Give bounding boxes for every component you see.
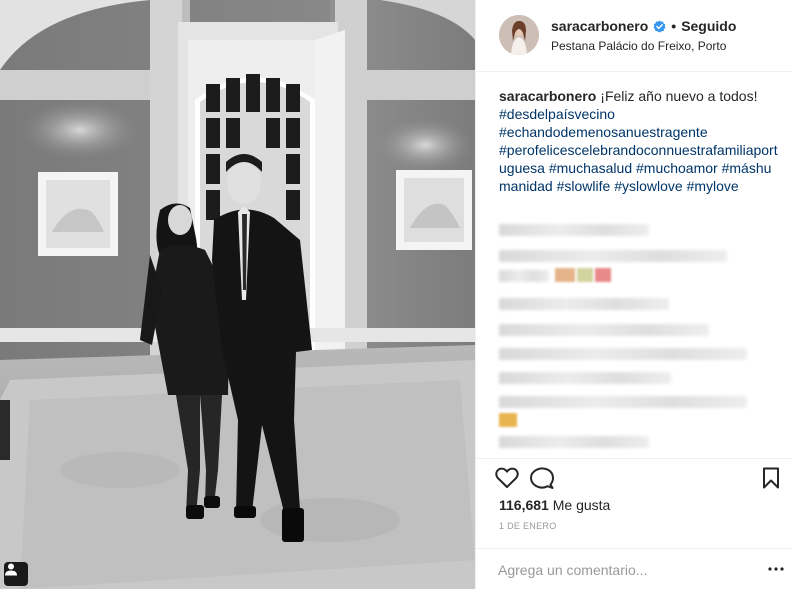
blurred-comment <box>499 224 649 236</box>
user-tag-icon <box>5 563 17 576</box>
hashtag-link[interactable]: #mylove <box>687 178 739 194</box>
comment-input[interactable] <box>498 560 738 580</box>
likes-count[interactable]: 116,681 Me gusta <box>499 497 610 513</box>
following-button[interactable]: Seguido <box>681 18 736 34</box>
blurred-comment <box>499 436 649 448</box>
bookmark-icon <box>763 467 779 489</box>
user-tag-button[interactable] <box>4 562 28 586</box>
caption-username[interactable]: saracarbonero <box>499 88 596 104</box>
like-button[interactable] <box>494 465 520 491</box>
comment-button[interactable] <box>529 465 555 491</box>
avatar[interactable] <box>499 15 539 55</box>
instagram-post: saracarbonero • Seguido Pestana Palácio … <box>0 0 792 589</box>
verified-badge-icon <box>653 19 666 33</box>
post-header: saracarbonero • Seguido Pestana Palácio … <box>476 0 792 72</box>
blurred-comment <box>499 396 747 408</box>
more-options-button[interactable] <box>766 559 786 579</box>
hashtag-link[interactable]: #desdelpaísvecino <box>499 106 615 122</box>
header-username[interactable]: saracarbonero <box>551 18 648 34</box>
save-button[interactable] <box>758 465 784 491</box>
hashtag-link[interactable]: #muchasalud <box>549 160 632 176</box>
likes-number: 116,681 <box>499 497 549 513</box>
blurred-comment <box>499 250 727 262</box>
blurred-emoji <box>595 268 611 282</box>
separator-dot: • <box>671 18 677 34</box>
hashtag-link[interactable]: #yslowlove <box>614 178 682 194</box>
location-link[interactable]: Pestana Palácio do Freixo, Porto <box>551 39 726 53</box>
blurred-comment <box>499 270 549 282</box>
post-caption: saracarbonero ¡Feliz año nuevo a todos! #… <box>499 87 779 195</box>
likes-label: Me gusta <box>552 497 611 513</box>
blurred-comment <box>499 372 671 384</box>
blurred-emoji <box>499 413 517 427</box>
heart-outline-icon <box>495 467 519 488</box>
blurred-emoji <box>577 268 593 282</box>
post-photo[interactable] <box>0 0 475 589</box>
comment-bar <box>476 548 792 589</box>
blurred-emoji <box>555 268 575 282</box>
header-name-row: saracarbonero • Seguido <box>551 18 736 34</box>
avatar-image <box>499 15 539 55</box>
blurred-comment <box>499 348 747 360</box>
action-bar <box>476 458 792 493</box>
speech-bubble-icon <box>530 467 554 489</box>
hashtag-link[interactable]: #echandodemenosanuestragente <box>499 124 708 140</box>
post-date[interactable]: 1 DE ENERO <box>499 521 557 531</box>
more-options-icon <box>768 567 784 571</box>
post-sidebar: saracarbonero • Seguido Pestana Palácio … <box>475 0 792 589</box>
blurred-comment <box>499 298 669 310</box>
hashtag-link[interactable]: #muchoamor <box>636 160 718 176</box>
blurred-comments <box>499 218 779 458</box>
hashtag-link[interactable]: #slowlife <box>557 178 611 194</box>
caption-text: ¡Feliz año nuevo a todos! <box>600 88 758 104</box>
photo-scene <box>0 0 475 589</box>
blurred-comment <box>499 324 709 336</box>
